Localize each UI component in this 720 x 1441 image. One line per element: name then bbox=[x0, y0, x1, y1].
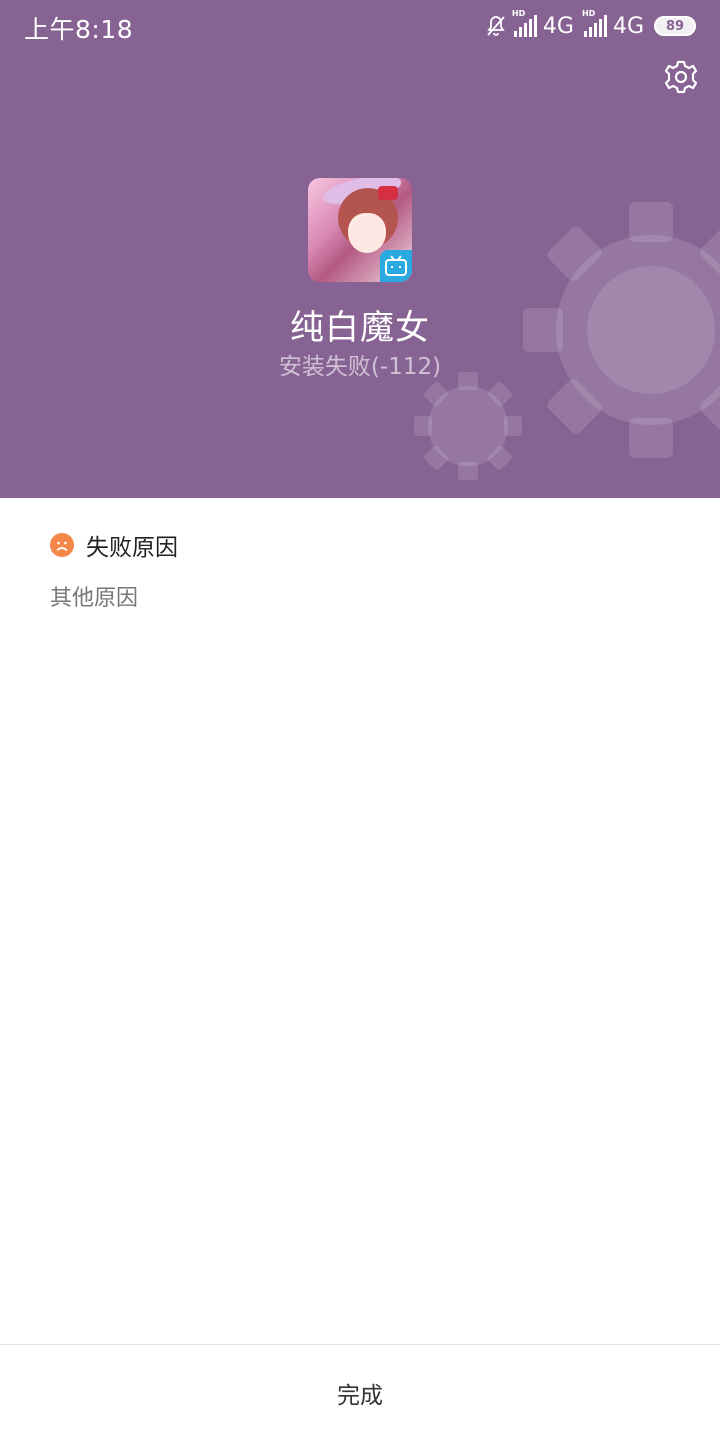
failure-reason-detail: 其他原因 bbox=[50, 586, 139, 611]
status-icons: HD 4G HD 4G 89 bbox=[484, 9, 696, 40]
small-gear-decoration-icon bbox=[414, 372, 522, 480]
battery-level: 89 bbox=[665, 18, 685, 34]
bilibili-tv-icon bbox=[380, 250, 412, 282]
gear-icon[interactable] bbox=[662, 58, 700, 96]
network-type-2: 4G bbox=[612, 13, 644, 39]
install-status: 安装失败(-112) bbox=[278, 354, 442, 380]
failure-reason-heading: 失败原因 bbox=[50, 528, 178, 562]
status-time: 上午8:18 bbox=[24, 15, 134, 44]
mute-bell-icon bbox=[487, 16, 505, 36]
status-bar: 上午8:18 HD 4G HD 4G 89 bbox=[0, 0, 720, 54]
sad-face-icon bbox=[50, 533, 74, 557]
footer-bar: 完成 bbox=[0, 1344, 720, 1440]
header-panel: 上午8:18 HD 4G HD 4G 89 纯白魔女 安装失败(-112) bbox=[0, 0, 720, 498]
done-button[interactable]: 完成 bbox=[0, 1345, 720, 1441]
battery-icon: 89 bbox=[654, 16, 696, 36]
signal-hd-icon: HD bbox=[512, 9, 537, 37]
app-name: 纯白魔女 bbox=[290, 308, 430, 348]
failure-reason-title: 失败原因 bbox=[86, 535, 178, 561]
network-type-1: 4G bbox=[542, 13, 574, 39]
app-icon bbox=[308, 178, 412, 282]
signal-hd-icon: HD bbox=[582, 9, 607, 37]
